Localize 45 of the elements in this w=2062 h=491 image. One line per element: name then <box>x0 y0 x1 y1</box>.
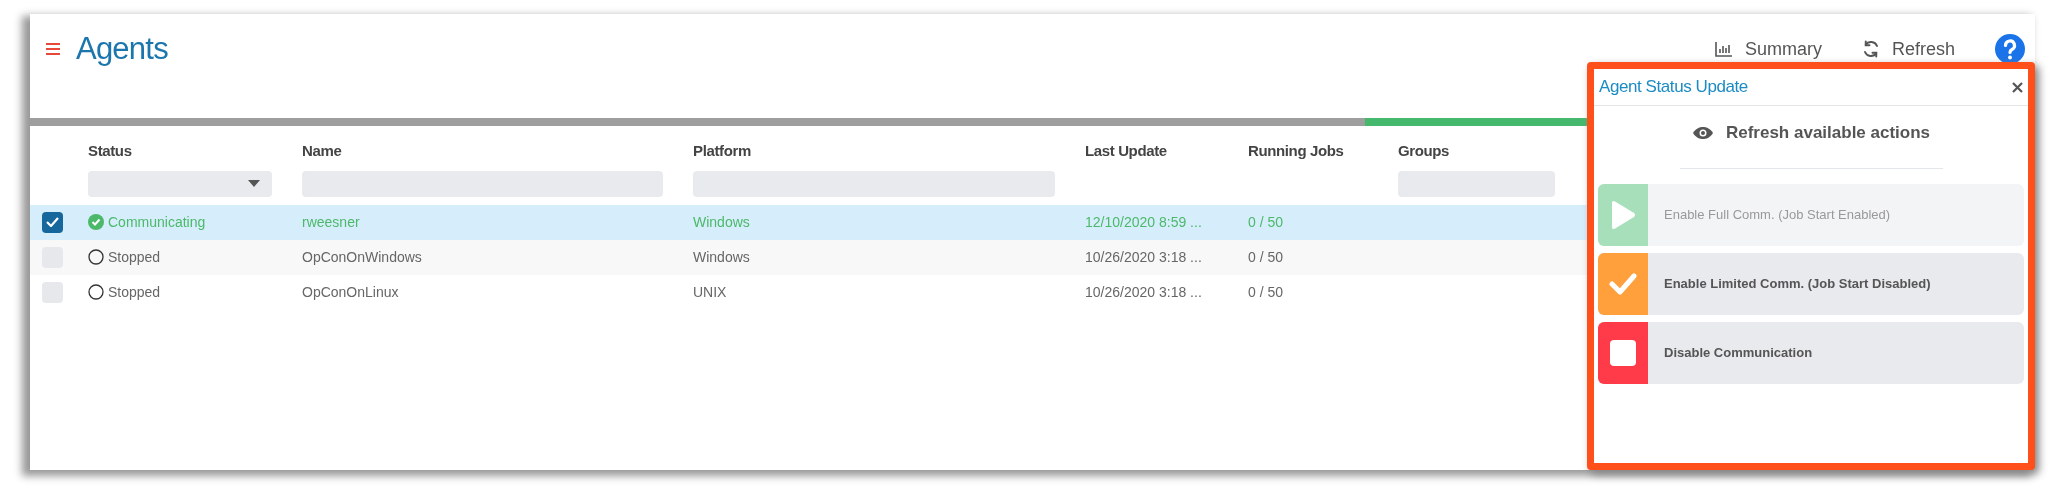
page-title: Agents <box>76 29 168 68</box>
row-checkbox[interactable] <box>42 211 63 233</box>
summary-button[interactable]: Summary <box>1714 35 1822 63</box>
status-filter-dropdown[interactable] <box>88 170 272 197</box>
circle-icon <box>88 284 104 300</box>
column-header: Platform <box>693 141 752 161</box>
close-icon[interactable] <box>2012 81 2023 93</box>
last-update-cell-text: 10/26/2020 3:18 ... <box>1085 247 1203 267</box>
refresh-actions-button[interactable]: Refresh available actions <box>1691 120 1931 146</box>
column-header: Name <box>302 141 343 161</box>
column-header: Running Jobs <box>1248 141 1345 161</box>
column-header: Status <box>88 141 133 161</box>
platform-cell-text: UNIX <box>693 282 728 302</box>
circle-icon <box>88 249 104 265</box>
panel-title: Agent Status Update <box>1599 76 1748 99</box>
help-icon[interactable] <box>1995 34 2025 64</box>
check-circle-icon <box>88 214 104 230</box>
row-checkbox[interactable] <box>42 281 63 303</box>
status-text: Stopped <box>108 247 161 267</box>
last-update-cell-text: 12/10/2020 8:59 ... <box>1085 212 1203 232</box>
platform-cell-text: Windows <box>693 247 751 267</box>
status-text: Communicating <box>108 212 206 232</box>
name-cell-text: OpConOnLinux <box>302 282 400 302</box>
refresh-icon <box>1861 40 1880 58</box>
action-button[interactable]: Disable Communication <box>1598 321 2024 384</box>
play-icon <box>1610 199 1636 230</box>
running-jobs-cell-text: 0 / 50 <box>1248 247 1285 267</box>
menu-icon[interactable] <box>46 43 60 55</box>
check-icon <box>1609 272 1637 295</box>
running-jobs-cell-text: 0 / 50 <box>1248 282 1285 302</box>
last-update-cell-text: 10/26/2020 3:18 ... <box>1085 282 1203 302</box>
caret-icon <box>248 180 260 187</box>
refresh-button[interactable]: Refresh <box>1861 35 1955 63</box>
name-cell-text: OpConOnWindows <box>302 247 423 267</box>
running-jobs-cell-text: 0 / 50 <box>1248 212 1285 232</box>
eye-icon <box>1691 125 1714 140</box>
square-icon <box>1610 339 1636 366</box>
name-cell-text: rweesner <box>302 212 361 232</box>
column-header: Groups <box>1398 141 1451 161</box>
bar-chart-icon <box>1714 41 1733 57</box>
column-header: Last Update <box>1085 141 1168 161</box>
platform-cell-text: Windows <box>693 212 751 232</box>
checkmark-icon <box>46 217 59 227</box>
status-text: Stopped <box>108 282 161 302</box>
action-button[interactable]: Enable Limited Comm. (Job Start Disabled) <box>1598 252 2024 315</box>
